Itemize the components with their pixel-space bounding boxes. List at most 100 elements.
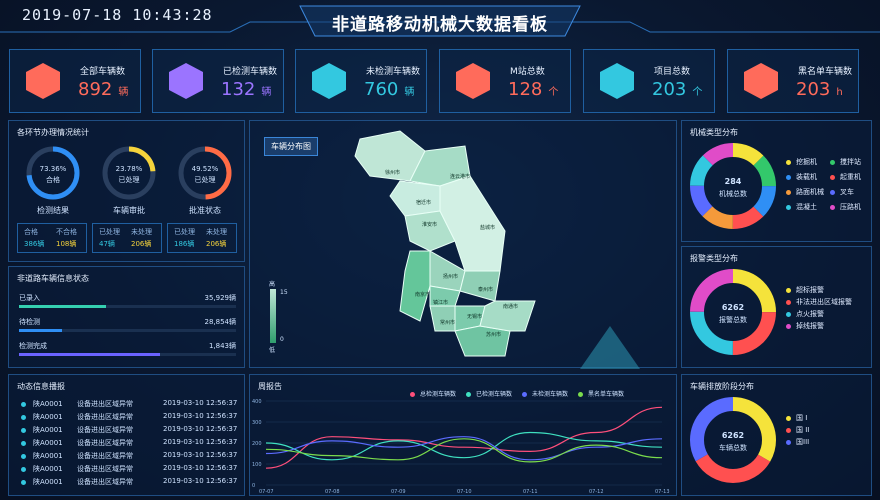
ring-chart <box>178 146 232 200</box>
vinfo-bar-fill <box>19 353 161 356</box>
stat-v2: 206辆 <box>206 240 227 248</box>
legend-swatch <box>786 415 791 421</box>
donut-chart <box>690 143 776 229</box>
city-label: 淮安市 <box>422 222 438 228</box>
donut-center-value: 284 <box>724 177 742 186</box>
mech-title: 机械类型分布 <box>690 128 738 137</box>
donut-legend-item: 叉车 <box>830 187 854 197</box>
feed-time: 2019-03-10 12:56:37 <box>163 438 238 446</box>
series-line <box>265 438 663 463</box>
building-icon <box>456 63 490 99</box>
legend-label: 非法进出区域报警 <box>796 298 852 306</box>
region-suqian <box>389 180 441 217</box>
y-tick-label: 400 <box>252 399 262 405</box>
legend-label: 混凝土 <box>796 203 817 211</box>
vinfo-value: 28,854辆 <box>204 318 237 326</box>
kpi-label: 黑名单车辆数 <box>798 67 853 77</box>
feed-row[interactable]: 陕A0001 设备进出区域异常 2019-03-10 12:56:37 <box>21 412 241 424</box>
stat-box: 已处理 未处理 186辆 206辆 <box>167 223 237 253</box>
kpi-value: 892 辆 <box>78 79 128 100</box>
donut-legend-item: 挖掘机 <box>786 157 817 167</box>
alarm-panel: 报警类型分布 6262 报警总数 超标报警 非法进出区域报警 点火报警 掉线报警 <box>681 246 872 368</box>
emission-title: 车辆排放阶段分布 <box>690 382 754 391</box>
kpi-unit: 辆 <box>118 87 129 98</box>
legend-swatch <box>786 299 791 305</box>
vinfo-label: 检测完成 <box>19 342 47 350</box>
stat-v1: 47辆 <box>99 240 115 248</box>
legend-label: 搅拌站 <box>840 158 861 166</box>
donut-legend-item: 压路机 <box>830 202 861 212</box>
feed-event: 设备进出区域异常 <box>77 465 133 473</box>
region-nanjing <box>399 250 431 322</box>
car-icon <box>26 63 60 99</box>
kpi-unit: 辆 <box>261 87 272 98</box>
stat-h1: 合格 <box>24 228 38 236</box>
kpi-unit: 辆 <box>404 87 415 98</box>
kpi-number: 760 <box>364 79 399 100</box>
city-label: 徐州市 <box>385 170 401 176</box>
feed-dot <box>21 415 26 420</box>
ring-name: 批准状态 <box>189 206 221 215</box>
feed-time: 2019-03-10 12:56:37 <box>163 412 238 420</box>
feed-row[interactable]: 陕A0001 设备进出区域异常 2019-03-10 12:56:37 <box>21 399 241 411</box>
ring-chart <box>102 146 156 200</box>
kpi-value: 128 个 <box>508 79 558 100</box>
kpi-number: 892 <box>78 79 113 100</box>
region-yangzhou <box>429 250 466 292</box>
map-legend-bar <box>270 289 276 343</box>
ring-pct: 49.52% <box>191 165 219 173</box>
y-tick-label: 300 <box>252 420 262 426</box>
map-legend-top: 15 <box>280 289 288 296</box>
donut-center-label: 报警总数 <box>719 316 747 324</box>
feed-plate: 陕A0001 <box>33 400 63 408</box>
city-label: 常州市 <box>440 320 456 326</box>
weekly-panel: 周报告 总检测车辆数 已检测车辆数 未检测车辆数 黑名单车辆数 0 100 200 300 4… <box>249 374 677 496</box>
kpi-card: M站总数 128 个 <box>439 49 571 113</box>
donut-legend-item: 国III <box>786 437 809 447</box>
y-tick-label: 100 <box>252 462 262 468</box>
feed-row[interactable]: 陕A0001 设备进出区域异常 2019-03-10 12:56:37 <box>21 477 241 489</box>
feed-row[interactable]: 陕A0001 设备进出区域异常 2019-03-10 12:56:37 <box>21 425 241 437</box>
legend-swatch <box>786 159 791 165</box>
kpi-card: 已检测车辆数 132 辆 <box>152 49 284 113</box>
legend-label: 挖掘机 <box>796 158 817 166</box>
vehicle-info-title: 非道路车辆信息状态 <box>17 274 89 283</box>
legend-swatch <box>830 189 835 195</box>
feed-row[interactable]: 陕A0001 设备进出区域异常 2019-03-10 12:56:37 <box>21 464 241 476</box>
feed-dot <box>21 402 26 407</box>
kpi-label: 已检测车辆数 <box>223 67 278 77</box>
series-line <box>265 436 663 461</box>
legend-swatch <box>786 427 791 433</box>
vinfo-value: 35,929辆 <box>204 294 237 302</box>
feed-time: 2019-03-10 12:56:37 <box>163 399 238 407</box>
legend-label: 点火报警 <box>796 310 824 318</box>
kpi-card: 项目总数 203 个 <box>583 49 715 113</box>
feed-plate: 陕A0001 <box>33 452 63 460</box>
kpi-value: 203 h <box>796 79 843 100</box>
donut-legend-item: 起重机 <box>830 172 861 182</box>
city-label: 宿迁市 <box>416 200 432 206</box>
legend-swatch <box>786 204 791 210</box>
ring-sub: 已处理 <box>194 176 216 184</box>
feed-dot <box>21 480 26 485</box>
feed-event: 设备进出区域异常 <box>77 439 133 447</box>
donut-legend-item: 国 I <box>786 413 807 423</box>
donut-center-value: 6262 <box>721 303 745 312</box>
legend-swatch <box>830 159 835 165</box>
feed-event: 设备进出区域异常 <box>77 426 133 434</box>
legend-swatch <box>786 174 791 180</box>
warning-icon <box>312 63 346 99</box>
x-tick-label: 07-08 <box>325 489 340 495</box>
legend-label: 压路机 <box>840 203 861 211</box>
legend-swatch <box>786 189 791 195</box>
stat-box: 合格 不合格 386辆 108辆 <box>17 223 87 253</box>
feed-row[interactable]: 陕A0001 设备进出区域异常 2019-03-10 12:56:37 <box>21 438 241 450</box>
layers-icon <box>600 63 634 99</box>
feed-row[interactable]: 陕A0001 设备进出区域异常 2019-03-10 12:56:37 <box>21 451 241 463</box>
kpi-label: 全部车辆数 <box>80 67 126 77</box>
legend-label: 起重机 <box>840 173 861 181</box>
donut-legend-item: 混凝土 <box>786 202 817 212</box>
donut-legend-item: 超标报警 <box>786 285 824 295</box>
feed-title: 动态信息播报 <box>17 382 65 391</box>
donut-center-label: 机械总数 <box>719 190 747 198</box>
